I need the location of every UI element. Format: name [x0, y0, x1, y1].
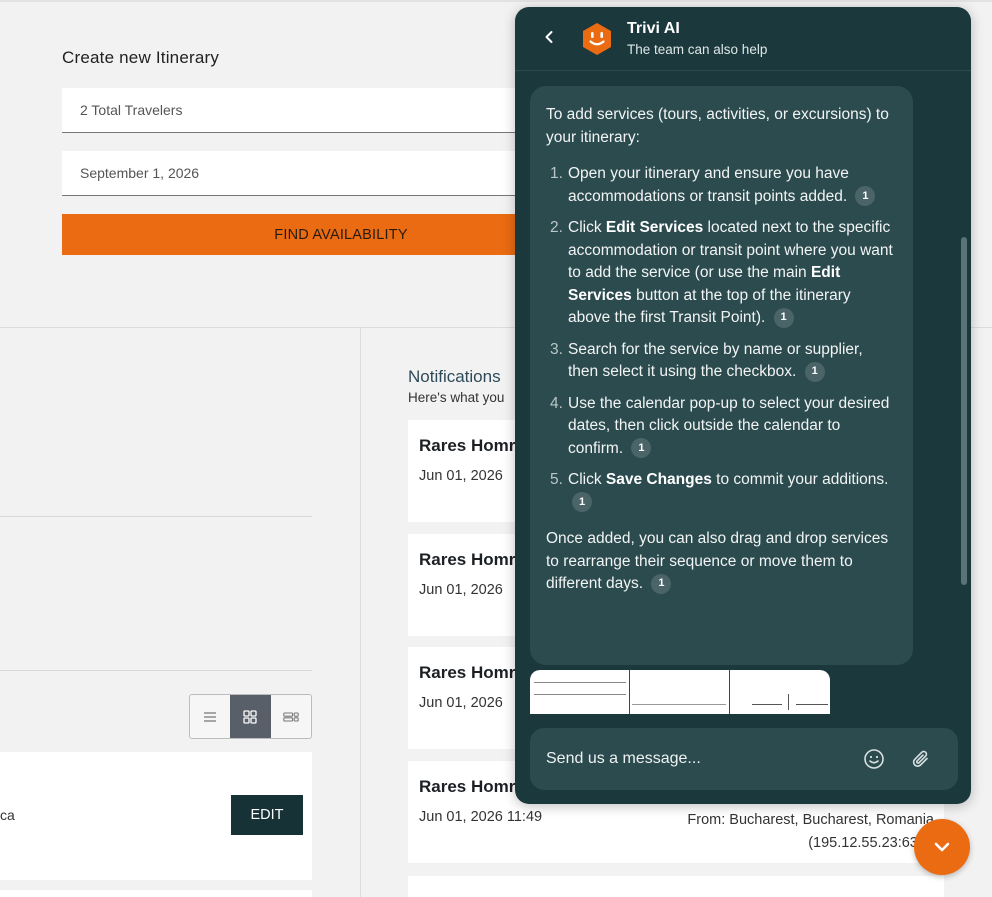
- notification-name: Rares Homr: [419, 550, 516, 569]
- find-availability-label: FIND AVAILABILITY: [274, 226, 408, 243]
- notification-origin: From: Bucharest, Bucharest, Romania (195…: [687, 809, 934, 855]
- step-bold-text: Edit Services: [605, 219, 704, 236]
- notification-origin-line1: From: Bucharest, Bucharest, Romania: [687, 812, 934, 828]
- chat-scrollbar[interactable]: [961, 237, 967, 585]
- notification-date: Jun 01, 2026: [419, 695, 503, 711]
- date-value: September 1, 2026: [80, 165, 200, 181]
- travelers-field[interactable]: 2 Total Travelers: [62, 88, 532, 133]
- notification-origin-line2: (195.12.55.23:6386: [808, 835, 934, 851]
- notification-date: Jun 01, 2026: [419, 468, 503, 484]
- chat-widget: Trivi AI The team can also help To add s…: [515, 7, 971, 804]
- message-input[interactable]: [546, 746, 846, 772]
- outro-text: Once added, you can also drag and drop s…: [546, 530, 889, 592]
- step-text-part: Open your itinerary and ensure you have …: [568, 165, 849, 205]
- smiley-robot-icon: [583, 23, 611, 55]
- step-number: 3.: [550, 340, 563, 358]
- left-divider-1: [0, 516, 312, 517]
- step-text-part: Click: [568, 219, 606, 236]
- citation-badge[interactable]: 1: [651, 573, 672, 594]
- message-outro: Once added, you can also drag and drop s…: [546, 528, 897, 596]
- smiley-icon[interactable]: [863, 748, 885, 770]
- view-grid-button[interactable]: [230, 695, 271, 738]
- step-item: 3. Search for the service by name or sup…: [546, 339, 897, 384]
- notification-card[interactable]: [408, 876, 944, 897]
- preview-line: [534, 682, 626, 683]
- notification-name: Rares Homr: [419, 663, 516, 682]
- step-text: Open your itinerary and ensure you have …: [568, 163, 897, 208]
- chevron-down-icon: [934, 842, 950, 852]
- scroll-down-button[interactable]: [914, 819, 970, 875]
- citation-badge[interactable]: 1: [572, 492, 592, 513]
- find-availability-button[interactable]: FIND AVAILABILITY: [62, 214, 532, 255]
- bot-subtitle: The team can also help: [627, 42, 768, 57]
- step-item: 5. Click Save Changes to commit your add…: [546, 469, 897, 514]
- notification-name: Rares Homr: [419, 777, 516, 796]
- message-intro: To add services (tours, activities, or e…: [546, 106, 889, 146]
- step-number: 5.: [550, 471, 563, 488]
- list-icon: [204, 711, 217, 722]
- notification-date: Jun 01, 2026 11:49: [419, 809, 543, 825]
- itinerary-card: ca EDIT: [0, 752, 312, 880]
- bot-message: To add services (tours, activities, or e…: [530, 86, 913, 665]
- itinerary-card-text: ca: [0, 807, 15, 823]
- message-composer: [530, 728, 958, 790]
- step-number: 1.: [550, 165, 563, 182]
- column-divider: [360, 327, 361, 897]
- itinerary-card-2: [0, 890, 312, 897]
- step-text-part: Click: [568, 471, 606, 488]
- notification-name: Rares Homr: [419, 436, 516, 455]
- attachment-preview[interactable]: [530, 670, 830, 714]
- step-text: Click Edit Services located next to the …: [568, 217, 897, 330]
- citation-badge[interactable]: 1: [773, 307, 794, 328]
- notifications-title: Notifications: [408, 367, 501, 386]
- chevron-left-icon[interactable]: [541, 29, 557, 45]
- step-item: 2. Click Edit Services located next to t…: [546, 217, 897, 330]
- step-bold-text: Save Changes: [605, 471, 712, 488]
- step-text: Click Save Changes to commit your additi…: [568, 469, 897, 514]
- citation-badge[interactable]: 1: [631, 438, 652, 459]
- bot-name: Trivi AI: [627, 20, 680, 37]
- edit-button[interactable]: EDIT: [231, 795, 303, 835]
- date-field[interactable]: September 1, 2026: [62, 151, 532, 196]
- citation-badge[interactable]: 1: [804, 361, 825, 382]
- preview-line: [632, 704, 726, 705]
- paperclip-icon[interactable]: [910, 748, 932, 770]
- step-text: Search for the service by name or suppli…: [568, 339, 897, 384]
- view-list-button[interactable]: [190, 695, 230, 738]
- preview-column: [630, 670, 730, 714]
- step-text: Use the calendar pop-up to select your d…: [568, 393, 897, 461]
- view-toggle: [189, 694, 312, 739]
- form-title: Create new Itinerary: [62, 48, 220, 67]
- grid-icon: [243, 709, 258, 724]
- travelers-value: 2 Total Travelers: [80, 102, 183, 118]
- step-number: 4.: [550, 394, 563, 412]
- left-divider-2: [0, 670, 312, 671]
- chat-header: Trivi AI The team can also help: [515, 7, 971, 71]
- top-shadow: [0, 0, 992, 2]
- step-item: 4. Use the calendar pop-up to select you…: [546, 393, 897, 461]
- step-number: 2.: [550, 219, 563, 236]
- steps-list: 1. Open your itinerary and ensure you ha…: [546, 163, 897, 514]
- step-item: 1. Open your itinerary and ensure you ha…: [546, 163, 897, 208]
- notification-date: Jun 01, 2026: [419, 582, 503, 598]
- preview-line: [796, 704, 828, 705]
- compact-list-icon: [283, 711, 299, 722]
- notifications-subtitle: Here's what you: [408, 390, 505, 405]
- preview-line: [534, 694, 626, 695]
- view-compact-button[interactable]: [271, 695, 311, 738]
- preview-line: [752, 704, 782, 705]
- preview-column: [530, 670, 630, 714]
- step-text-part: Use the calendar pop-up to select your d…: [568, 394, 890, 457]
- step-text-part: to commit your additions.: [711, 471, 889, 488]
- preview-line: [788, 694, 789, 710]
- citation-badge[interactable]: 1: [855, 186, 876, 207]
